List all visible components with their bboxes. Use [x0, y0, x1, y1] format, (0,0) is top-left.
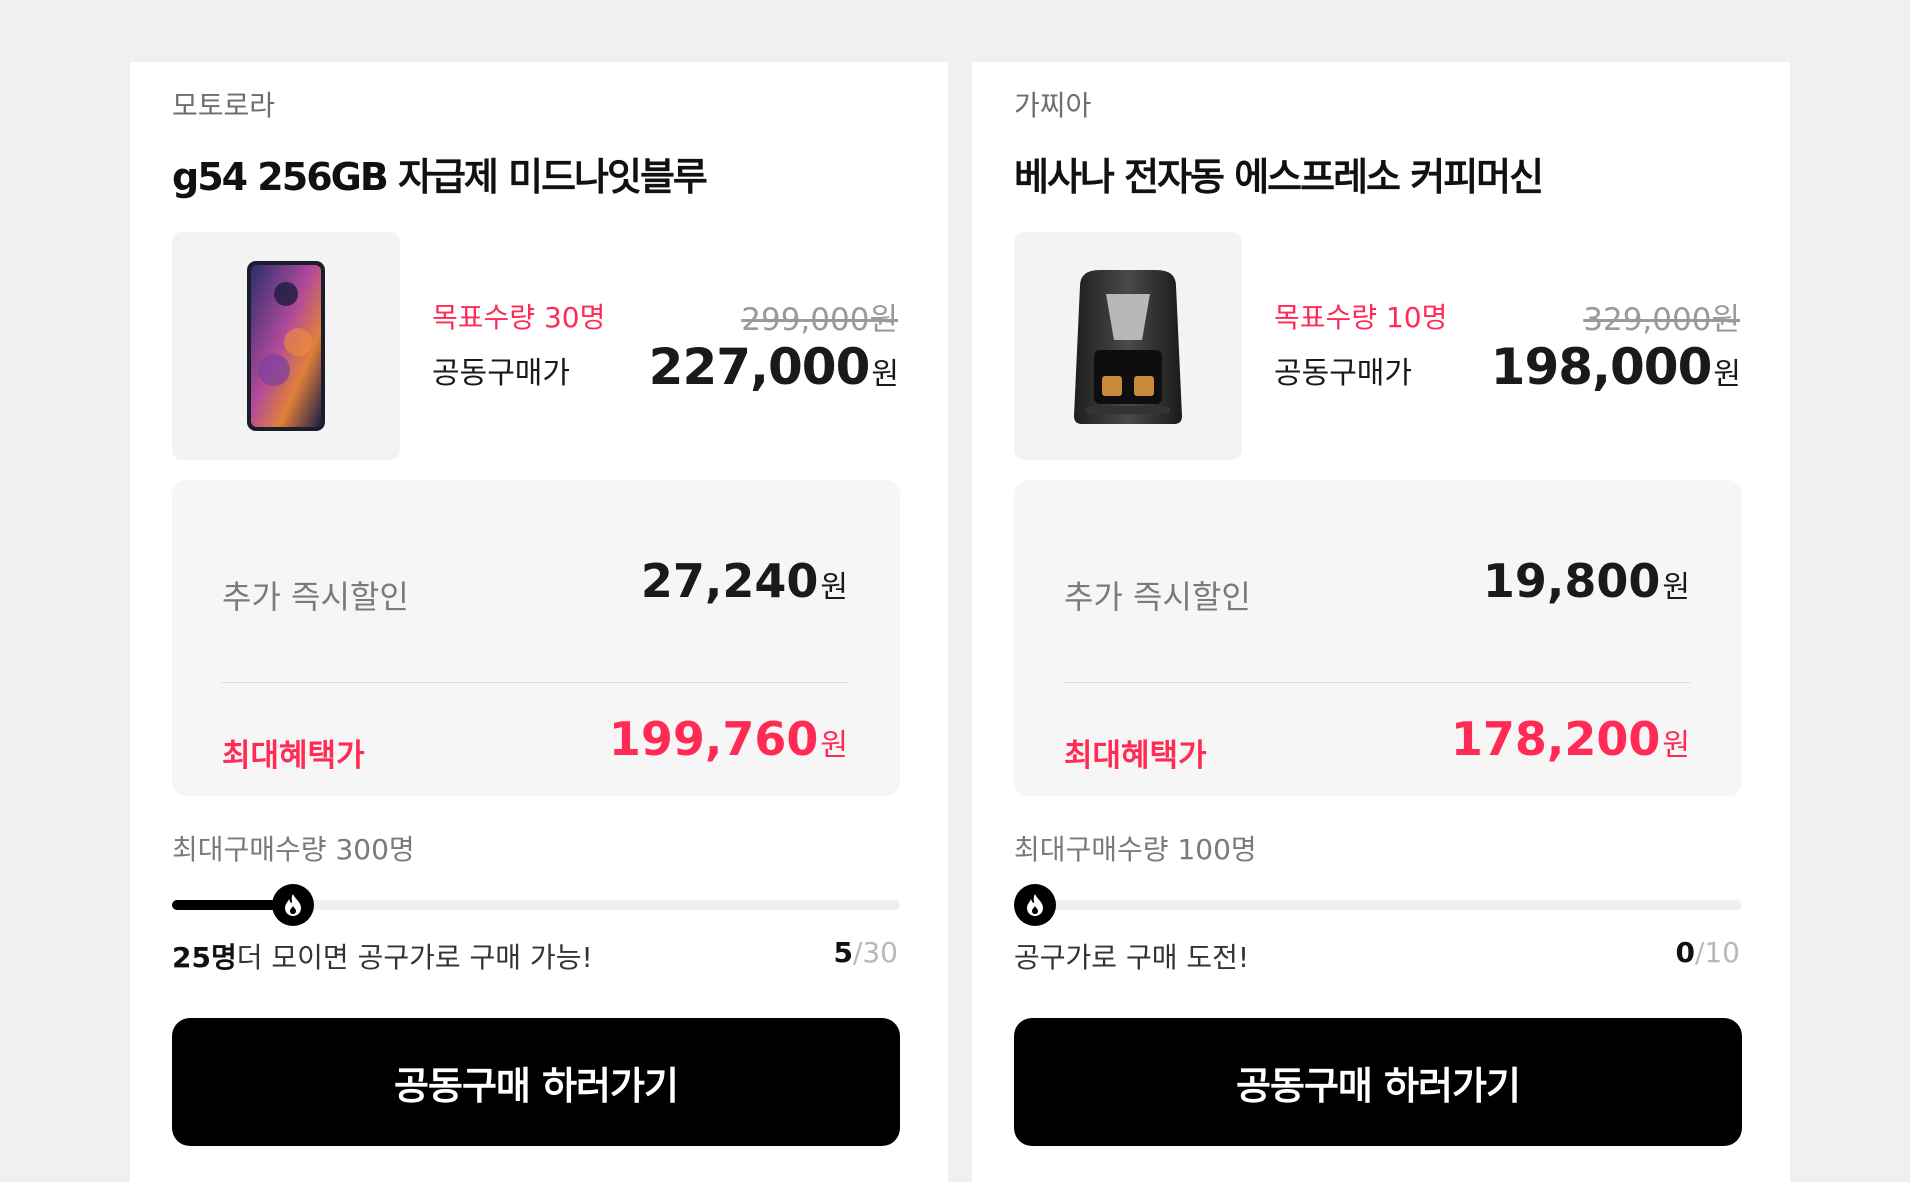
group-buy-price: 227,000원 [648, 338, 899, 396]
instant-discount-value: 27,240원 [640, 554, 848, 608]
group-buy-label: 공동구매가 [432, 356, 570, 391]
smartphone-icon [247, 261, 325, 431]
group-buy-button[interactable]: 공동구매 하러가기 [1014, 1018, 1742, 1146]
product-title[interactable]: 베사나 전자동 에스프레소 커피머신 [1014, 146, 1544, 201]
instant-discount-label: 추가 즉시할인 [222, 578, 409, 616]
max-benefit-price: 199,760원 [608, 712, 848, 766]
benefit-box: 추가 즉시할인 19,800원 최대혜택가 178,200원 [1014, 480, 1742, 796]
benefit-box: 추가 즉시할인 27,240원 최대혜택가 199,760원 [172, 480, 900, 796]
group-buy-button[interactable]: 공동구매 하러가기 [172, 1018, 900, 1146]
target-quantity: 목표수량 10명 [1274, 301, 1448, 334]
max-benefit-price: 178,200원 [1450, 712, 1690, 766]
max-purchase-label: 최대구매수량 100명 [1014, 833, 1257, 866]
progress-knob [1014, 884, 1056, 926]
coffee-machine-icon [1074, 270, 1182, 424]
progress-knob [272, 884, 314, 926]
max-benefit-label: 최대혜택가 [1064, 738, 1207, 774]
progress-status: 공구가로 구매 도전! [1014, 941, 1250, 974]
original-price: 329,000원 [1583, 302, 1740, 338]
product-image[interactable] [172, 232, 400, 460]
progress-count: 0/10 [1675, 936, 1740, 969]
flame-icon [285, 894, 301, 916]
group-buy-price: 198,000원 [1490, 338, 1741, 396]
target-quantity: 목표수량 30명 [432, 301, 606, 334]
max-purchase-label: 최대구매수량 300명 [172, 833, 415, 866]
progress-status: 25명더 모이면 공구가로 구매 가능! [172, 941, 593, 974]
progress-bar [172, 884, 900, 926]
max-benefit-label: 최대혜택가 [222, 738, 365, 774]
brand-name: 모토로라 [172, 89, 276, 122]
product-card: 가찌아 베사나 전자동 에스프레소 커피머신 목표수량 10명 공동구매가 32… [972, 62, 1790, 1182]
progress-bar [1014, 884, 1742, 926]
instant-discount-label: 추가 즉시할인 [1064, 578, 1251, 616]
brand-name: 가찌아 [1014, 89, 1092, 122]
divider [1064, 682, 1690, 683]
group-buy-label: 공동구매가 [1274, 356, 1412, 391]
flame-icon [1027, 894, 1043, 916]
product-image[interactable] [1014, 232, 1242, 460]
divider [222, 682, 848, 683]
original-price: 299,000원 [741, 302, 898, 338]
instant-discount-value: 19,800원 [1482, 554, 1690, 608]
product-card: 모토로라 g54 256GB 자급제 미드나잇블루 목표수량 30명 공동구매가… [130, 62, 948, 1182]
progress-count: 5/30 [833, 936, 898, 969]
product-title[interactable]: g54 256GB 자급제 미드나잇블루 [172, 146, 708, 201]
